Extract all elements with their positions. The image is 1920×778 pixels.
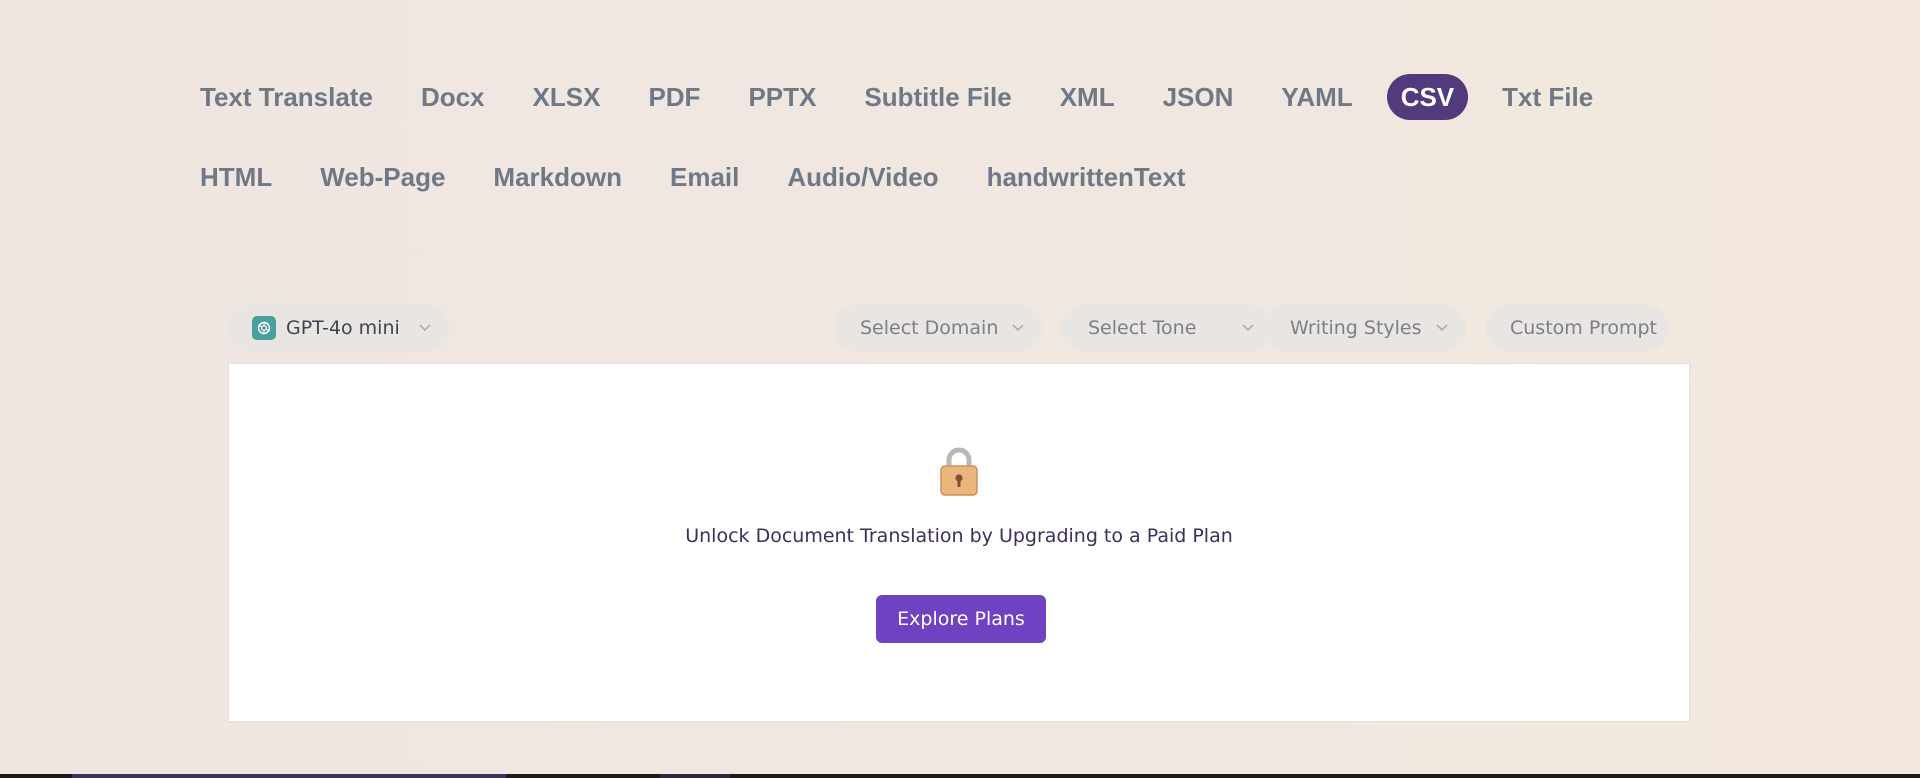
- tab-csv[interactable]: CSV: [1386, 74, 1469, 120]
- domain-select-placeholder: Select Domain: [860, 317, 999, 339]
- chevron-down-icon: [1012, 324, 1024, 332]
- tab-handwritten-text[interactable]: handwrittenText: [973, 154, 1200, 200]
- tone-select[interactable]: Select Tone: [1062, 304, 1272, 352]
- tab-pdf[interactable]: PDF: [634, 74, 714, 120]
- bottom-strip-segment: [72, 774, 506, 778]
- tab-docx[interactable]: Docx: [407, 74, 499, 120]
- format-tabs: Text Translate Docx XLSX PDF PPTX Subtit…: [186, 74, 1646, 200]
- tab-html[interactable]: HTML: [186, 154, 286, 200]
- tab-audio-video[interactable]: Audio/Video: [773, 154, 952, 200]
- bottom-edge-strip: [0, 774, 1920, 778]
- tab-xlsx[interactable]: XLSX: [519, 74, 615, 120]
- tab-yaml[interactable]: YAML: [1267, 74, 1366, 120]
- tab-xml[interactable]: XML: [1046, 74, 1129, 120]
- upgrade-message: Unlock Document Translation by Upgrading…: [685, 525, 1233, 547]
- tab-email[interactable]: Email: [656, 154, 753, 200]
- tone-select-placeholder: Select Tone: [1088, 317, 1197, 339]
- tab-markdown[interactable]: Markdown: [479, 154, 636, 200]
- chevron-down-icon: [1242, 324, 1254, 332]
- openai-logo-icon: [252, 316, 276, 340]
- tab-subtitle-file[interactable]: Subtitle File: [850, 74, 1025, 120]
- translation-options-toolbar: GPT-4o mini Select Domain Select Tone Wr…: [228, 304, 1668, 352]
- lock-icon: [940, 447, 978, 496]
- tab-pptx[interactable]: PPTX: [734, 74, 830, 120]
- custom-prompt-button[interactable]: Custom Prompt: [1486, 304, 1668, 352]
- chevron-down-icon: [419, 324, 431, 332]
- explore-plans-button[interactable]: Explore Plans: [876, 595, 1046, 643]
- tab-text-translate[interactable]: Text Translate: [186, 74, 387, 120]
- tab-json[interactable]: JSON: [1149, 74, 1248, 120]
- model-select-label: GPT-4o mini: [286, 317, 400, 339]
- writing-styles-select[interactable]: Writing Styles: [1264, 304, 1466, 352]
- chevron-down-icon: [1436, 324, 1448, 332]
- tab-web-page[interactable]: Web-Page: [306, 154, 459, 200]
- model-select[interactable]: GPT-4o mini: [228, 304, 449, 352]
- bottom-strip-segment: [660, 774, 730, 778]
- tab-txt-file[interactable]: Txt File: [1488, 74, 1607, 120]
- writing-styles-placeholder: Writing Styles: [1290, 317, 1422, 339]
- upgrade-panel: Unlock Document Translation by Upgrading…: [228, 363, 1690, 722]
- custom-prompt-label: Custom Prompt: [1510, 317, 1657, 339]
- domain-select[interactable]: Select Domain: [834, 304, 1042, 352]
